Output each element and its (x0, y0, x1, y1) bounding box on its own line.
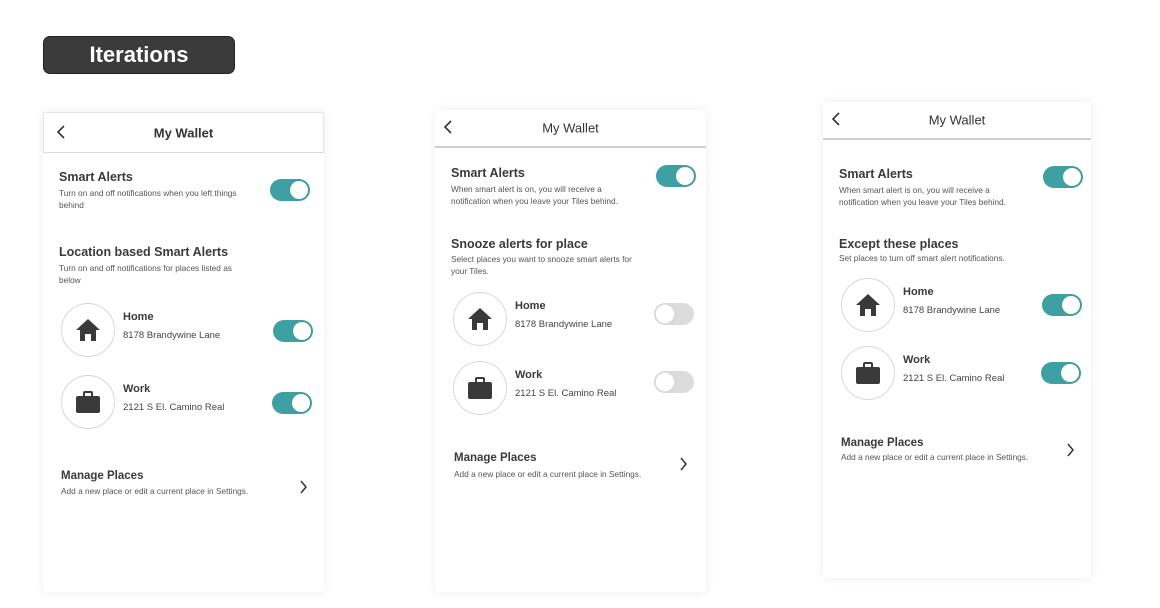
home-icon (61, 303, 115, 357)
home-icon (841, 278, 895, 332)
smart-alerts-title: Smart Alerts (839, 167, 913, 181)
smart-alerts-title: Smart Alerts (451, 166, 525, 180)
briefcase-icon (61, 375, 115, 429)
smart-alerts-title: Smart Alerts (59, 170, 133, 184)
nav-header: My Wallet (435, 110, 706, 148)
work-toggle[interactable] (1041, 362, 1081, 384)
smart-alerts-section: Smart Alerts When smart alert is on, you… (839, 167, 1029, 208)
briefcase-icon (841, 346, 895, 400)
phone-screen-2: My Wallet Smart Alerts When smart alert … (435, 110, 706, 592)
manage-places-description: Add a new place or edit a current place … (454, 469, 642, 479)
place-name: Work (515, 369, 543, 381)
manage-places-row[interactable]: Manage Places Add a new place or edit a … (61, 470, 308, 496)
places-section: Location based Smart Alerts Turn on and … (59, 245, 249, 286)
places-section-title: Snooze alerts for place (451, 237, 588, 251)
manage-places-row[interactable]: Manage Places Add a new place or edit a … (454, 452, 688, 479)
phone-screen-3: My Wallet Smart Alerts When smart alert … (823, 102, 1091, 578)
smart-alerts-toggle[interactable] (1043, 166, 1083, 188)
manage-places-row[interactable]: Manage Places Add a new place or edit a … (841, 437, 1075, 462)
manage-places-title: Manage Places (61, 470, 144, 482)
work-toggle[interactable] (654, 371, 694, 393)
toggle-knob (1063, 168, 1081, 186)
smart-alerts-description: When smart alert is on, you will receive… (839, 185, 1006, 207)
toggle-knob (655, 372, 675, 392)
place-address: 8178 Brandywine Lane (515, 319, 613, 330)
place-address: 8178 Brandywine Lane (123, 330, 221, 341)
place-address: 2121 S El. Camino Real (123, 402, 225, 413)
toggle-knob (1061, 364, 1079, 382)
places-section-description: Set places to turn off smart alert notif… (839, 253, 1005, 263)
page-title: My Wallet (542, 120, 599, 136)
home-toggle[interactable] (273, 320, 313, 342)
smart-alerts-description: When smart alert is on, you will receive… (451, 184, 618, 206)
place-item-work: Work 2121 S El. Camino Real (61, 375, 301, 431)
places-section-title: Except these places (839, 237, 959, 251)
briefcase-icon (453, 361, 507, 415)
page-title: My Wallet (153, 125, 214, 140)
place-name: Work (123, 383, 151, 395)
places-section-description: Select places you want to snooze smart a… (451, 254, 632, 276)
smart-alerts-description: Turn on and off notifications when you l… (59, 188, 237, 210)
place-item-home: Home 8178 Brandywine Lane (61, 303, 301, 359)
smart-alerts-section: Smart Alerts Turn on and off notificatio… (59, 170, 249, 211)
toggle-knob (1062, 296, 1080, 314)
chevron-right-icon[interactable] (1066, 443, 1075, 462)
toggle-knob (676, 167, 694, 185)
place-address: 8178 Brandywine Lane (903, 305, 1001, 316)
chevron-right-icon[interactable] (679, 457, 688, 476)
iterations-badge: Iterations (43, 36, 235, 74)
manage-places-description: Add a new place or edit a current place … (841, 452, 1029, 462)
work-toggle[interactable] (272, 392, 312, 414)
nav-header: My Wallet (823, 102, 1091, 140)
place-address: 2121 S El. Camino Real (515, 388, 617, 399)
places-section: Snooze alerts for place Select places yo… (451, 237, 641, 277)
place-name: Home (123, 311, 154, 323)
places-section-description: Turn on and off notifications for places… (59, 263, 232, 285)
home-icon (453, 292, 507, 346)
manage-places-description: Add a new place or edit a current place … (61, 486, 249, 496)
home-toggle[interactable] (1042, 294, 1082, 316)
toggle-knob (293, 322, 311, 340)
smart-alerts-toggle[interactable] (656, 165, 696, 187)
place-name: Home (903, 286, 934, 298)
toggle-knob (292, 394, 310, 412)
places-section-title: Location based Smart Alerts (59, 245, 229, 259)
smart-alerts-toggle[interactable] (270, 179, 310, 201)
phone-screen-1: My Wallet Smart Alerts Turn on and off n… (43, 112, 324, 592)
manage-places-title: Manage Places (454, 452, 537, 464)
place-name: Home (515, 300, 546, 312)
place-address: 2121 S El. Camino Real (903, 373, 1005, 384)
page-title: My Wallet (928, 112, 986, 128)
place-name: Work (903, 354, 931, 366)
places-section: Except these places Set places to turn o… (839, 237, 1039, 264)
chevron-right-icon[interactable] (299, 480, 308, 499)
manage-places-title: Manage Places (841, 437, 924, 449)
smart-alerts-section: Smart Alerts When smart alert is on, you… (451, 166, 641, 207)
toggle-knob (290, 181, 308, 199)
toggle-knob (655, 304, 675, 324)
home-toggle[interactable] (654, 303, 694, 325)
nav-header: My Wallet (43, 112, 324, 153)
